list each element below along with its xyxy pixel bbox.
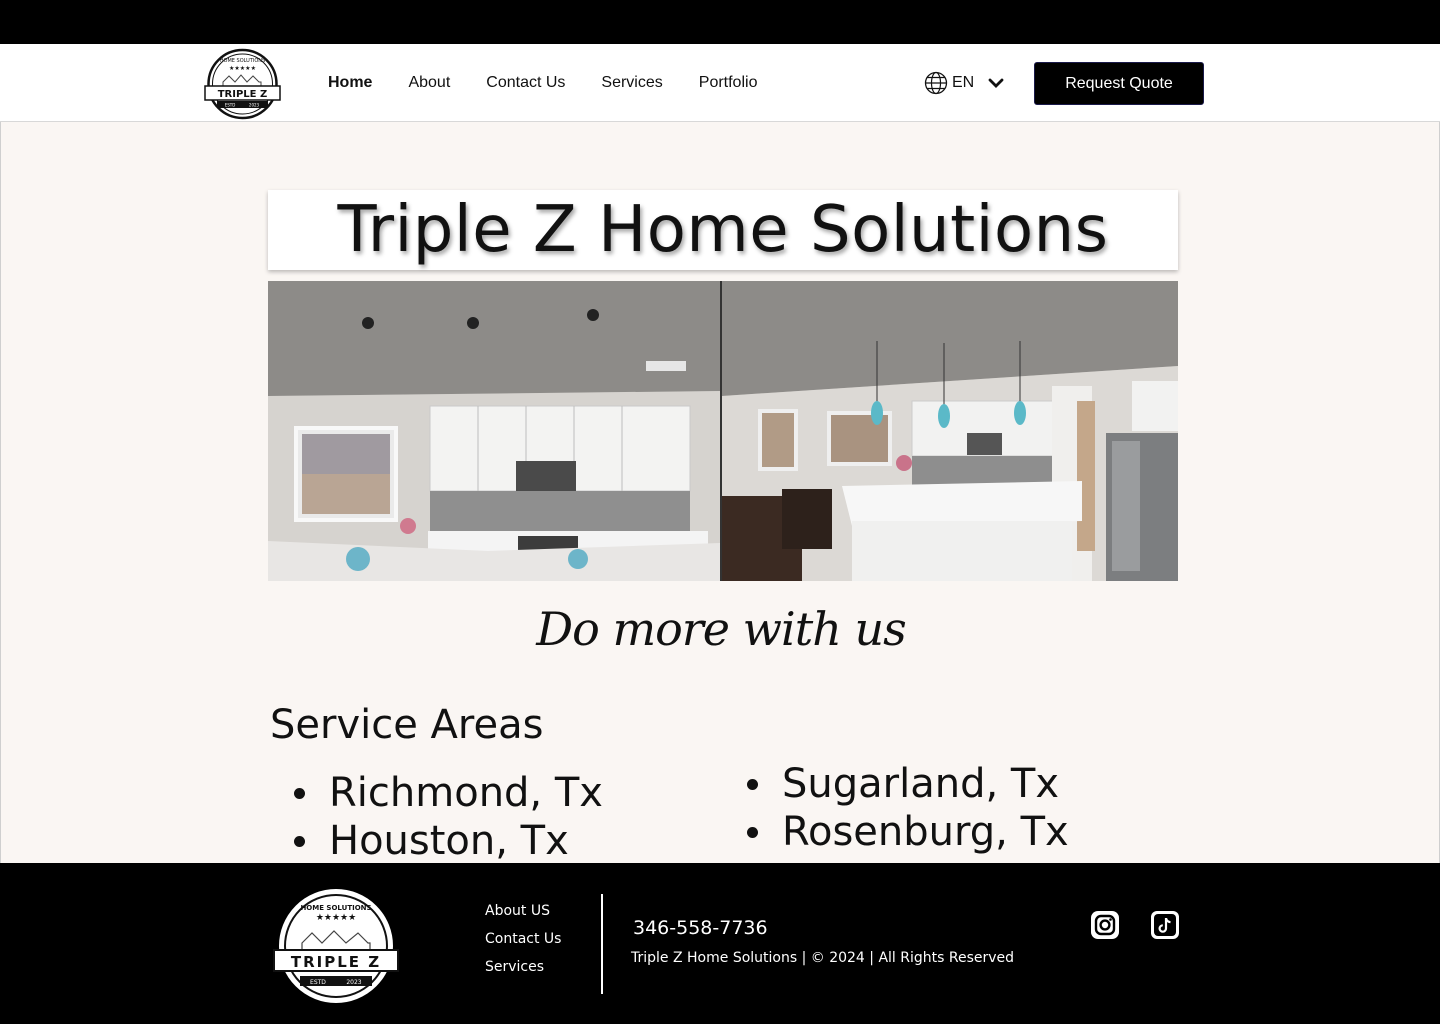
service-area-list-left: Richmond, Tx Houston, Tx xyxy=(271,769,603,865)
footer-link-about[interactable]: About US xyxy=(485,903,561,923)
tiktok-icon[interactable] xyxy=(1150,910,1180,940)
top-black-bar xyxy=(0,0,1440,44)
hero-title-card: Triple Z Home Solutions xyxy=(268,190,1178,270)
page-title: Triple Z Home Solutions xyxy=(337,193,1109,267)
logo-year: 2023 xyxy=(346,979,361,986)
language-label: EN xyxy=(952,74,975,91)
nav-contact-us[interactable]: Contact Us xyxy=(486,74,565,92)
logo-arc-text: HOME SOLUTIONS xyxy=(220,58,265,64)
site-footer: HOME SOLUTIONS ★★★★★ TRIPLE Z ESTD 2023 … xyxy=(0,863,1440,1024)
instagram-icon[interactable] xyxy=(1090,910,1120,940)
site-header: HOME SOLUTIONS ★★★★★ TRIPLE Z ESTD 2023 … xyxy=(0,44,1440,122)
footer-links: About US Contact Us Services xyxy=(485,903,561,979)
copyright-text: Triple Z Home Solutions | © 2024 | All R… xyxy=(631,950,1015,966)
footer-link-contact[interactable]: Contact Us xyxy=(485,931,561,951)
nav-about[interactable]: About xyxy=(408,74,450,92)
list-item: Rosenburg, Tx xyxy=(724,808,1069,856)
kitchen-photo-left xyxy=(268,281,720,581)
nav-portfolio[interactable]: Portfolio xyxy=(699,74,758,92)
logo-name: TRIPLE Z xyxy=(291,953,381,971)
logo-name: TRIPLE Z xyxy=(218,89,268,100)
logo-estd: ESTD xyxy=(310,979,326,986)
language-selector[interactable]: EN xyxy=(924,71,1008,95)
logo-estd: ESTD xyxy=(225,103,236,108)
nav-services[interactable]: Services xyxy=(601,74,662,92)
phone-number[interactable]: 346-558-7736 xyxy=(633,917,768,939)
chevron-down-icon xyxy=(988,78,1004,88)
service-areas-title: Service Areas xyxy=(270,702,544,748)
request-quote-button[interactable]: Request Quote xyxy=(1034,62,1204,105)
list-item: Richmond, Tx xyxy=(271,769,603,817)
globe-icon xyxy=(924,71,948,95)
list-item: Houston, Tx xyxy=(271,817,603,865)
footer-link-services[interactable]: Services xyxy=(485,959,561,979)
kitchen-photo-right xyxy=(722,281,1178,581)
header-logo[interactable]: HOME SOLUTIONS ★★★★★ TRIPLE Z ESTD 2023 xyxy=(203,48,282,120)
svg-text:★★★★★: ★★★★★ xyxy=(316,912,356,922)
logo-year: 2023 xyxy=(249,103,260,108)
tagline: Do more with us xyxy=(536,602,906,656)
hero-photos xyxy=(268,281,1178,581)
svg-text:★★★★★: ★★★★★ xyxy=(229,65,256,72)
nav-home[interactable]: Home xyxy=(328,74,372,92)
logo-arc-text: HOME SOLUTIONS xyxy=(300,904,371,912)
footer-logo[interactable]: HOME SOLUTIONS ★★★★★ TRIPLE Z ESTD 2023 xyxy=(272,888,400,1004)
list-item: Sugarland, Tx xyxy=(724,760,1069,808)
service-area-list-right: Sugarland, Tx Rosenburg, Tx xyxy=(724,760,1069,856)
footer-divider xyxy=(601,894,603,994)
main-content: Triple Z Home Solutions Do more with us … xyxy=(0,122,1440,865)
main-nav: Home About Contact Us Services Portfolio xyxy=(328,44,793,122)
